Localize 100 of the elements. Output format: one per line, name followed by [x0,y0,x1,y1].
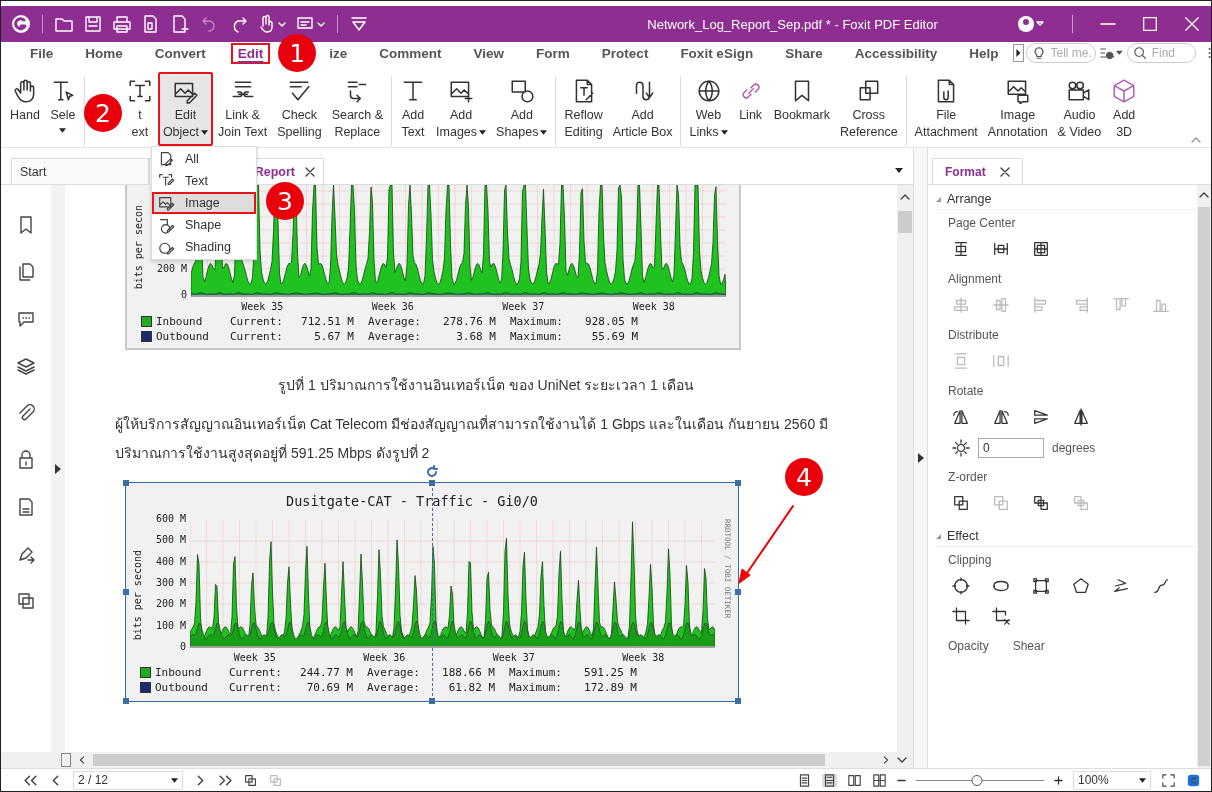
menu-tab[interactable]: View [466,42,512,64]
close-icon[interactable] [305,166,315,177]
menu-tab[interactable]: Convert [147,42,213,64]
ribbon-button[interactable]: Add Images [431,72,492,146]
copy-page-icon[interactable] [243,773,258,787]
page-icon[interactable] [16,497,36,517]
rotation-degrees-field[interactable]: 0 [978,438,1044,458]
ribbon-button[interactable]: Link [732,72,769,129]
scroll-right-icon[interactable] [881,756,891,764]
ribbon-button[interactable]: Link & Join Text [213,72,273,146]
ribbon-button[interactable]: Add 3D [1106,72,1143,146]
copy-icon[interactable] [16,591,36,611]
ribbon-button[interactable]: Add Article Box [607,72,678,146]
page-center-icon[interactable] [992,240,1010,258]
clip-freeform-icon[interactable] [1112,577,1130,595]
tab-list-dropdown-icon[interactable] [895,168,903,173]
scroll-down-icon[interactable] [897,756,907,764]
ribbon-button[interactable]: t ext [121,72,158,146]
continuous-view-icon[interactable] [822,773,837,787]
menu-tab[interactable]: Protect [594,42,656,64]
menu-tab[interactable]: ize [322,42,355,64]
fullscreen-icon[interactable] [1161,773,1176,787]
new-page-icon[interactable] [170,14,190,34]
format-tab[interactable]: Format [932,158,1023,184]
user-account-icon[interactable] [1016,14,1046,34]
rotate-handle[interactable] [425,465,439,479]
ribbon-button[interactable]: Cross Reference [834,72,903,146]
menu-tab[interactable]: Accessibility [847,42,945,64]
expand-panel-arrow-icon[interactable] [55,463,61,474]
resize-handle[interactable] [123,698,129,704]
resize-handle[interactable] [735,480,741,486]
crop-icon[interactable] [952,607,970,625]
last-page-icon[interactable] [218,773,233,787]
ribbon-button[interactable]: Web Links [684,72,733,146]
ribbon-button[interactable]: Hand [5,72,45,129]
page-center-icon[interactable] [952,240,970,258]
ribbon-button[interactable]: Add Text [395,72,432,146]
menu-tab[interactable]: Foxit eSign [673,42,761,64]
lock-icon[interactable] [16,450,36,470]
ribbon-button[interactable]: Search & Replace [326,72,389,146]
single-page-view-icon[interactable] [797,773,812,787]
more-options-icon[interactable] [1207,45,1211,61]
split-handle-icon[interactable] [61,753,71,767]
resize-handle[interactable] [123,589,129,595]
hand-dropdown-icon[interactable] [257,14,287,34]
menu-tab[interactable]: Edit [230,42,271,64]
document-tab[interactable]: Start [11,158,149,184]
ribbon-button[interactable]: Add Shapes [491,72,553,146]
clip-curve-icon[interactable] [1152,577,1170,595]
page-number-field[interactable]: 2 / 12 [73,770,183,790]
menu-tab[interactable]: File [23,42,61,64]
ribbon-button[interactable]: Edit Object [157,72,214,146]
scrollbar-thumb[interactable] [93,754,825,766]
close-icon[interactable] [999,166,1010,177]
expand-triangle-icon[interactable] [936,196,941,202]
comment-icon[interactable] [16,309,36,329]
ribbon-button[interactable]: Reflow Editing [559,72,608,146]
resize-handle[interactable] [735,589,741,595]
scroll-up-icon[interactable] [900,193,910,201]
resize-handle[interactable] [735,698,741,704]
crop-clear-icon[interactable] [992,607,1010,625]
ribbon-button[interactable]: Audio & Video [1052,72,1107,146]
rotate-icon[interactable] [952,408,970,426]
two-page-view-icon[interactable] [847,773,862,787]
menu-tab[interactable]: Home [78,42,130,64]
ribbon-button[interactable]: File Attachment [909,72,983,146]
slider-thumb[interactable] [971,774,983,786]
resize-handle[interactable] [123,480,129,486]
collapse-ribbon-icon[interactable] [1191,137,1201,143]
ribbon-button[interactable]: Check Spelling [272,72,327,146]
find-field[interactable]: Find [1126,43,1196,63]
print-icon[interactable] [112,14,132,34]
scroll-left-icon[interactable] [77,756,87,764]
collapse-panel-arrow-icon[interactable] [917,453,924,463]
clip-polygon-icon[interactable] [1072,577,1090,595]
ribbon-button[interactable]: Image Annotation [982,72,1053,146]
save-icon[interactable] [83,14,103,34]
menu-item[interactable]: Shading [152,236,256,258]
menu-tab[interactable]: Comment [372,42,449,64]
flip-icon[interactable] [1032,408,1050,426]
menu-tab[interactable]: Form [529,42,577,64]
ribbon-button[interactable]: Bookmark [768,72,835,129]
zoom-level-field[interactable]: 100% [1073,770,1151,790]
maximize-icon[interactable] [1141,15,1159,33]
expand-triangle-icon[interactable] [936,533,941,539]
scrollbar-thumb[interactable] [1198,207,1210,766]
scrollbar-thumb[interactable] [898,211,912,233]
ribbon-button[interactable]: Sele [44,72,81,138]
layers-icon[interactable] [16,356,36,376]
menu-item[interactable]: All [152,148,256,170]
scroll-up-icon[interactable] [1199,191,1209,199]
flip-icon[interactable] [1072,408,1090,426]
assistant-icon[interactable] [1186,773,1201,787]
rotate-icon[interactable] [992,408,1010,426]
resize-handle[interactable] [429,480,435,486]
close-icon[interactable] [1183,15,1201,33]
zoom-in-icon[interactable] [1054,775,1063,785]
pages-icon[interactable] [16,262,36,282]
menu-tab[interactable]: Help [962,42,1006,64]
menu-tab[interactable]: Share [778,42,830,64]
